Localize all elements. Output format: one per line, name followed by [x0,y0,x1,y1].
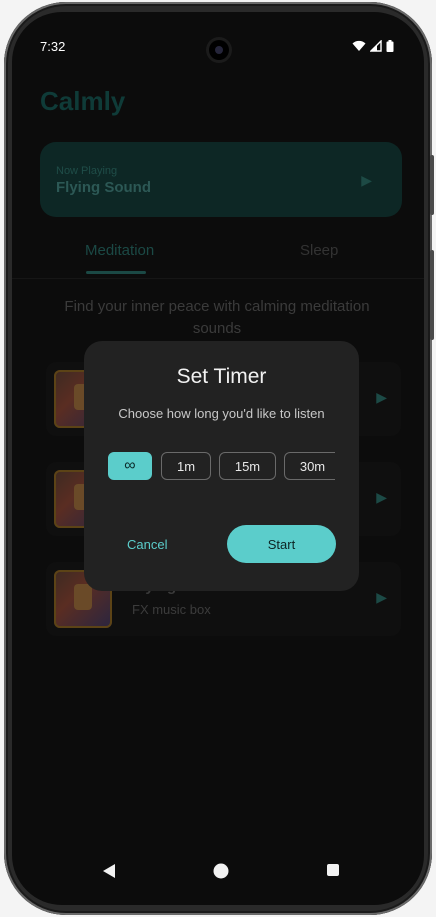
play-icon[interactable]: ▶ [376,489,387,506]
track-artist: FX music box [132,602,211,617]
tab-meditation[interactable]: Meditation [85,242,154,259]
timer-option-1m[interactable]: 1m [161,452,211,480]
play-icon[interactable]: ▶ [376,589,387,606]
app-title: Calmly [40,86,126,116]
now-playing-label: Now Playing [56,165,118,177]
back-icon[interactable] [102,863,116,879]
set-timer-dialog: Set Timer Choose how long you'd like to … [84,341,359,591]
play-icon[interactable]: ▶ [376,389,387,406]
now-playing-card[interactable]: Now Playing Flying Sound ▶ [40,142,402,217]
start-button[interactable]: Start [227,525,336,563]
tab-sleep[interactable]: Sleep [300,242,338,259]
page-subtitle: Find your inner peace with calming medit… [64,298,370,337]
screen: 7:32 Calmly Now Playing Flying Sound ▶ M… [12,12,424,905]
navigation-bar [12,849,424,905]
play-icon[interactable]: ▶ [361,172,372,189]
cancel-button[interactable]: Cancel [127,537,167,552]
active-tab-indicator [86,271,146,274]
timer-option-infinite[interactable]: ∞ [108,452,152,480]
dialog-subtitle: Choose how long you'd like to listen [118,406,325,421]
timer-option-30m[interactable]: 30m [284,452,335,480]
timer-options: ∞ 1m 15m 30m [108,452,335,484]
now-playing-title: Flying Sound [56,179,151,196]
dialog-title: Set Timer [176,365,267,388]
tab-bar: Meditation Sleep [12,234,424,279]
timer-option-15m[interactable]: 15m [219,452,276,480]
home-icon[interactable] [213,863,229,879]
side-button [430,155,434,215]
side-button [430,250,434,340]
recents-icon[interactable] [327,864,339,876]
